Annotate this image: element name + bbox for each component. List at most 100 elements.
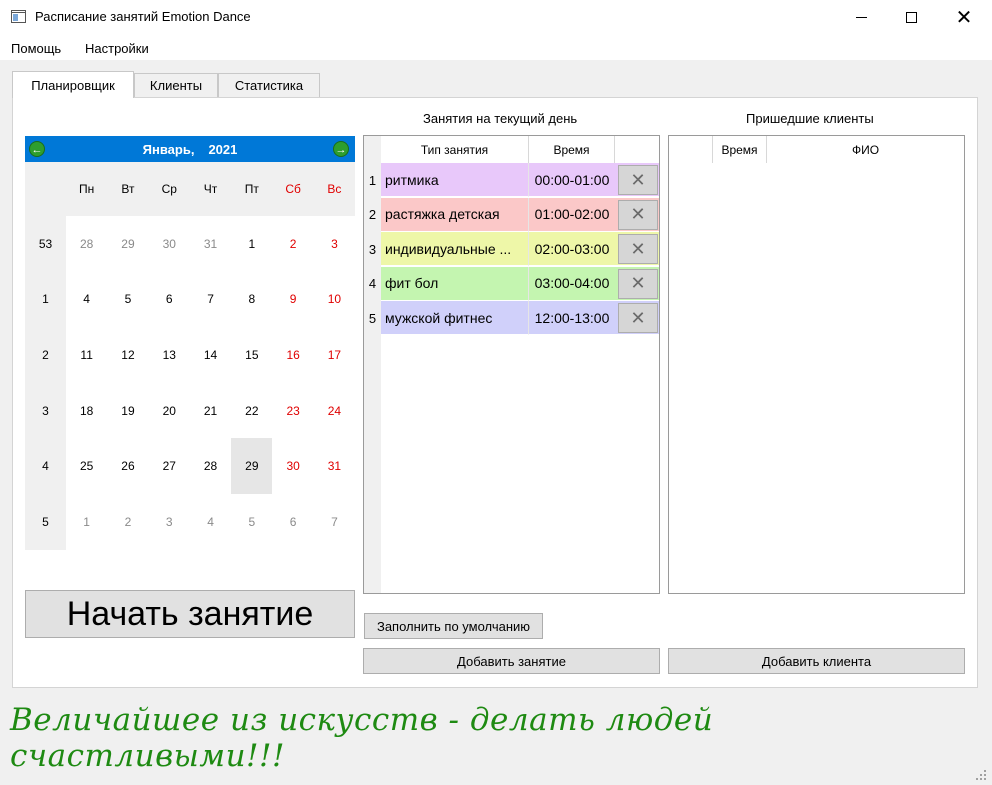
lesson-time-cell[interactable]: 03:00-04:00 <box>529 266 615 301</box>
row-number[interactable]: 1 <box>364 163 381 197</box>
delete-lesson-button[interactable]: ✕ <box>618 199 658 230</box>
arrow-left-icon: ← <box>31 144 43 156</box>
menu-settings[interactable]: Настройки <box>85 41 149 56</box>
delete-lesson-button[interactable]: ✕ <box>618 234 658 265</box>
row-number[interactable]: 4 <box>364 266 381 301</box>
delete-lesson-button[interactable]: ✕ <box>618 303 658 334</box>
calendar-day[interactable]: 27 <box>149 438 190 494</box>
col-header-time[interactable]: Время <box>529 136 615 163</box>
row-number[interactable]: 3 <box>364 232 381 267</box>
calendar-day[interactable]: 17 <box>314 327 355 383</box>
calendar-day[interactable]: 5 <box>231 494 272 550</box>
calendar-day[interactable]: 9 <box>272 272 313 328</box>
calendar[interactable]: ← Январь, 2021 → Пн Вт Ср Чт Пт Сб Вс 53 28 29 30 3… <box>25 136 356 550</box>
calendar-day[interactable]: 6 <box>272 494 313 550</box>
lesson-type-cell[interactable]: фит бол <box>381 266 529 301</box>
col-header-type[interactable]: Тип занятия <box>381 136 529 163</box>
lesson-type-cell[interactable]: индивидуальные ... <box>381 232 529 267</box>
calendar-day[interactable]: 23 <box>272 383 313 439</box>
col-header-client-time[interactable]: Время <box>713 136 767 163</box>
calendar-day[interactable]: 28 <box>190 438 231 494</box>
calendar-day[interactable]: 1 <box>66 494 107 550</box>
fill-default-button[interactable]: Заполнить по умолчанию <box>364 613 543 639</box>
table-row[interactable]: 5 мужской фитнес 12:00-13:00 ✕ <box>364 301 659 336</box>
calendar-day[interactable]: 16 <box>272 327 313 383</box>
minimize-button[interactable] <box>838 0 884 34</box>
calendar-day[interactable]: 10 <box>314 272 355 328</box>
tab-clients[interactable]: Клиенты <box>134 73 218 97</box>
lesson-type-cell[interactable]: мужской фитнес <box>381 301 529 336</box>
calendar-day[interactable]: 31 <box>190 216 231 272</box>
row-number[interactable]: 5 <box>364 301 381 336</box>
lesson-time-cell[interactable]: 00:00-01:00 <box>529 163 615 197</box>
calendar-day[interactable]: 30 <box>272 438 313 494</box>
calendar-day[interactable]: 29 <box>231 438 273 494</box>
menu-help[interactable]: Помощь <box>11 41 61 56</box>
calendar-month[interactable]: Январь, <box>143 142 195 157</box>
calendar-day[interactable]: 18 <box>66 383 107 439</box>
table-row[interactable]: 4 фит бол 03:00-04:00 ✕ <box>364 266 659 301</box>
calendar-day[interactable]: 7 <box>314 494 355 550</box>
calendar-day[interactable]: 29 <box>107 216 148 272</box>
lessons-table[interactable]: Тип занятия Время 1 ритмика 00:00-01:00 ✕ 2 р… <box>363 135 660 594</box>
calendar-day[interactable]: 4 <box>66 272 107 328</box>
menu-bar: Помощь Настройки <box>0 34 992 60</box>
calendar-day[interactable]: 5 <box>107 272 148 328</box>
next-month-button[interactable]: → <box>333 141 349 157</box>
row-number[interactable]: 2 <box>364 197 381 232</box>
calendar-day[interactable]: 15 <box>231 327 272 383</box>
calendar-day[interactable]: 8 <box>231 272 272 328</box>
close-icon: ✕ <box>630 307 646 328</box>
lesson-time-cell[interactable]: 02:00-03:00 <box>529 232 615 267</box>
col-header-rownum <box>669 136 713 163</box>
calendar-day[interactable]: 25 <box>66 438 107 494</box>
start-lesson-button[interactable]: Начать занятие <box>25 590 355 638</box>
resize-grip-icon[interactable] <box>974 768 988 782</box>
prev-month-button[interactable]: ← <box>29 141 45 157</box>
calendar-day[interactable]: 2 <box>272 216 313 272</box>
calendar-day[interactable]: 19 <box>107 383 148 439</box>
lesson-time-cell[interactable]: 01:00-02:00 <box>529 197 615 232</box>
lesson-type-cell[interactable]: ритмика <box>381 163 529 197</box>
calendar-day[interactable]: 1 <box>231 216 272 272</box>
calendar-day[interactable]: 12 <box>107 327 148 383</box>
calendar-day[interactable]: 11 <box>66 327 107 383</box>
tab-planner[interactable]: Планировщик <box>12 71 134 98</box>
calendar-day[interactable]: 4 <box>190 494 231 550</box>
calendar-day[interactable]: 13 <box>149 327 190 383</box>
lesson-type-cell[interactable]: растяжка детская <box>381 197 529 232</box>
calendar-day[interactable]: 3 <box>314 216 355 272</box>
add-client-button[interactable]: Добавить клиента <box>668 648 965 674</box>
calendar-day[interactable]: 2 <box>107 494 148 550</box>
clients-table[interactable]: Время ФИО <box>668 135 965 594</box>
arrow-right-icon: → <box>335 144 347 156</box>
delete-lesson-button[interactable]: ✕ <box>618 165 658 195</box>
calendar-day[interactable]: 30 <box>149 216 190 272</box>
maximize-button[interactable] <box>888 0 934 34</box>
table-row[interactable]: 3 индивидуальные ... 02:00-03:00 ✕ <box>364 232 659 267</box>
calendar-day[interactable]: 26 <box>107 438 148 494</box>
calendar-day[interactable]: 21 <box>190 383 231 439</box>
delete-lesson-button[interactable]: ✕ <box>618 268 658 299</box>
lesson-action-cell: ✕ <box>615 197 659 232</box>
add-lesson-button[interactable]: Добавить занятие <box>363 648 660 674</box>
close-icon: ✕ <box>630 169 646 190</box>
close-icon: ✕ <box>630 273 646 294</box>
calendar-year[interactable]: 2021 <box>208 142 237 157</box>
calendar-day[interactable]: 20 <box>149 383 190 439</box>
calendar-day[interactable]: 6 <box>149 272 190 328</box>
calendar-day[interactable]: 3 <box>149 494 190 550</box>
lesson-time-cell[interactable]: 12:00-13:00 <box>529 301 615 336</box>
calendar-day[interactable]: 22 <box>231 383 272 439</box>
close-button[interactable]: ✕ <box>941 0 987 34</box>
calendar-day[interactable]: 31 <box>314 438 355 494</box>
table-row[interactable]: 2 растяжка детская 01:00-02:00 ✕ <box>364 197 659 232</box>
calendar-day[interactable]: 14 <box>190 327 231 383</box>
table-row[interactable]: 1 ритмика 00:00-01:00 ✕ <box>364 163 659 197</box>
calendar-day[interactable]: 28 <box>66 216 107 272</box>
tab-statistics[interactable]: Статистика <box>218 73 320 97</box>
col-header-client-name[interactable]: ФИО <box>767 136 964 163</box>
calendar-day[interactable]: 24 <box>314 383 355 439</box>
calendar-day[interactable]: 7 <box>190 272 231 328</box>
clients-title: Пришедшие клиенты <box>746 111 874 126</box>
